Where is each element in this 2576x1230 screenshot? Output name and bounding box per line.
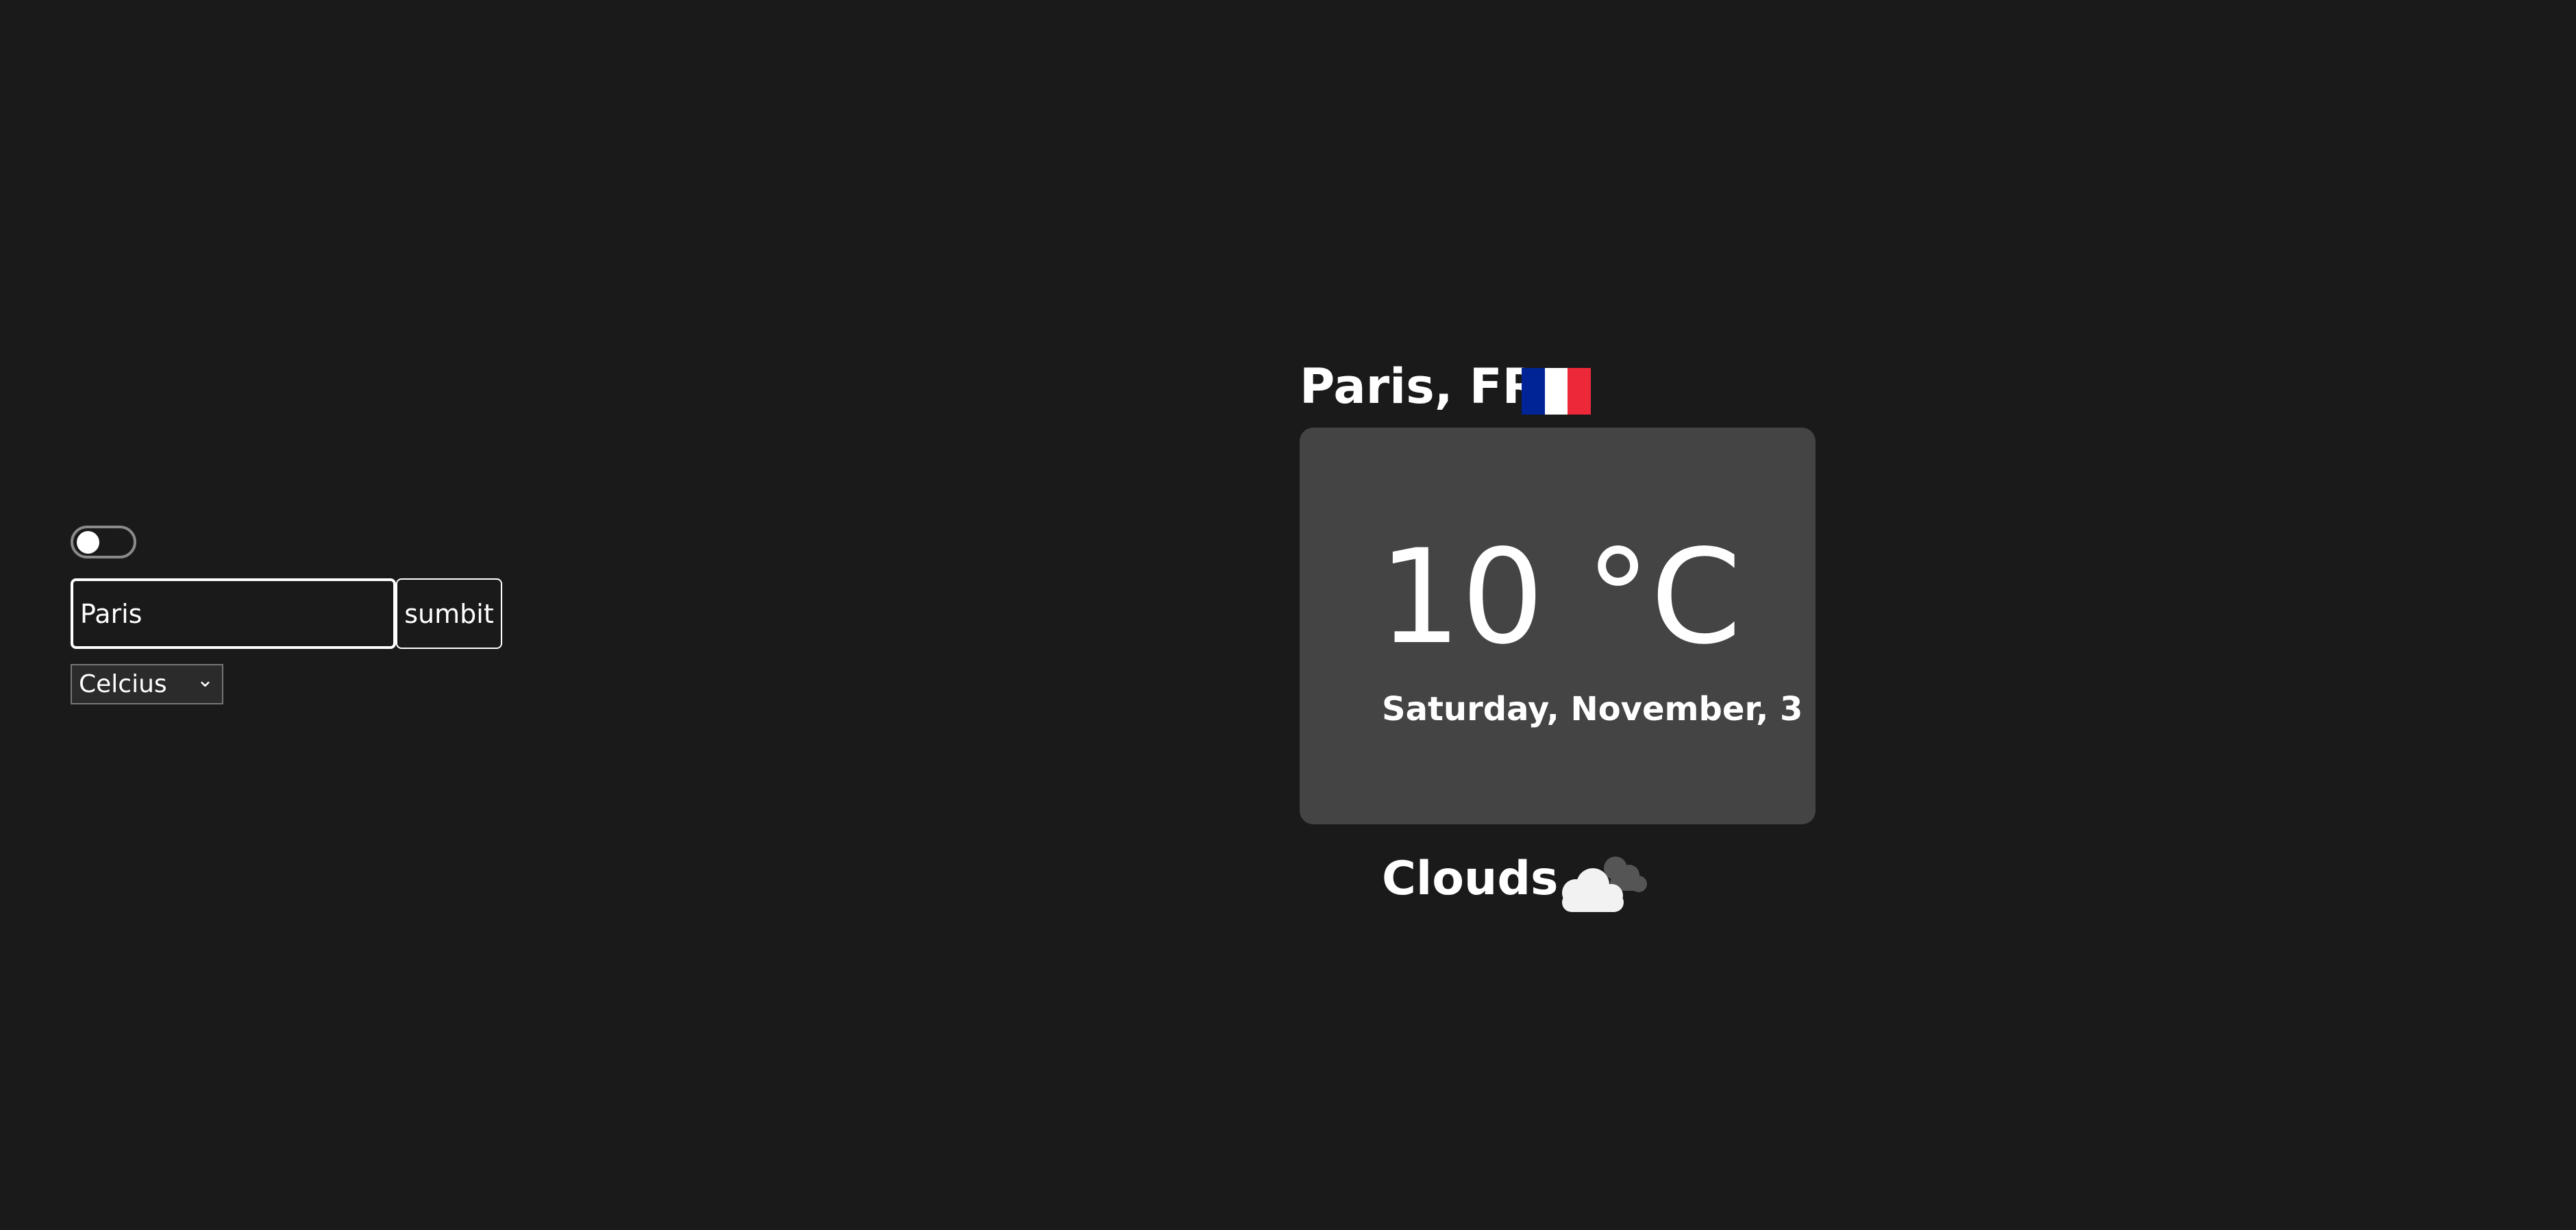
date-label: Saturday, November, 3 (1382, 690, 1803, 728)
city-name: Paris, FR (1300, 358, 1539, 415)
france-flag-icon (1522, 368, 1592, 415)
city-search-input[interactable] (71, 578, 396, 649)
toggle-knob (77, 531, 99, 554)
chevron-down-icon: ⌄ (196, 668, 214, 692)
unit-select-value: Celcius (79, 670, 167, 698)
submit-button[interactable]: sumbit (396, 578, 502, 649)
theme-toggle[interactable] (71, 526, 136, 558)
unit-select[interactable]: Celcius ⌄ (71, 664, 223, 704)
weather-condition: Clouds (1382, 852, 1559, 906)
clouds-icon (1562, 857, 1647, 912)
temperature: 10 °C (1378, 521, 1742, 673)
weather-app: sumbit Celcius ⌄ Paris, FR 10 °C Saturda… (0, 0, 2576, 1230)
